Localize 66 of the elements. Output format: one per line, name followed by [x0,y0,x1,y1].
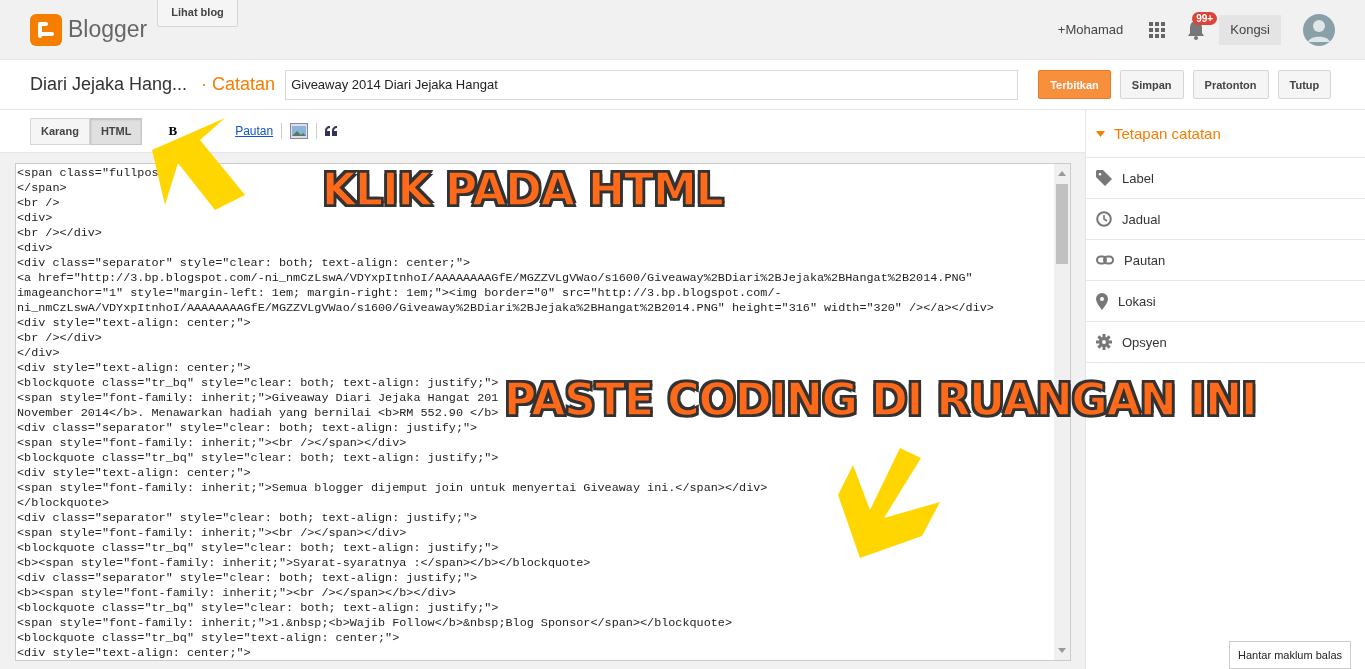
code-line: <div> [17,211,53,226]
code-line: <blockquote class="tr_bq" style="clear: both; text-align: justify;"> [17,376,499,391]
section-label: · Catatan [201,74,276,95]
apps-grid-icon[interactable] [1149,21,1166,38]
code-line: <div style="text-align: center;"> [17,646,251,660]
code-line: <div class="separator" style="clear: both; text-align: justify;"> [17,511,478,526]
feedback-button[interactable]: Hantar maklum balas [1229,641,1351,669]
code-line: <div class="separator" style="clear: both; text-align: center;"> [17,256,471,271]
code-line: <blockquote class="tr_bq" style="text-align: center;"> [17,631,400,646]
brand-name: Blogger [68,16,148,43]
code-line: <div style="text-align: center;"> [17,316,251,331]
notification-badge: 99+ [1192,11,1218,25]
quote-icon[interactable] [325,126,339,136]
mode-tab[interactable]: HTML [89,117,143,145]
settings-item[interactable]: Opsyen [1086,322,1365,363]
code-line: </span> [17,181,67,196]
code-line: <div style="text-align: center;"> [17,466,251,481]
code-line: November 2014</b>. Menawarkan hadiah yang bernilai <b>RM 552.90 </b> [17,406,499,421]
settings-item[interactable]: Label [1086,158,1365,199]
code-line: <br /> [17,196,60,211]
code-line: <span class="fullpos [17,166,159,181]
code-line: </blockquote> [17,496,110,511]
code-line: </div> [17,346,60,361]
code-line: <br /></div> [17,331,102,346]
code-line: ni_nmCzLswA/VDYxpItnhoI/AAAAAAAAGfE/MGZZVLgVWao/s1600/Giveaway%2BDiari%2BJejaka%2BHangat%2B2014.PNG" height="316" width="320" /></a></div> [17,301,994,316]
mode-tab[interactable]: Karang [30,117,90,145]
post-title-field[interactable]: Giveaway 2014 Diari Jejaka Hangat [285,69,1019,100]
annotation-text: KLIK PADA HTML [322,164,723,215]
clock-icon [1096,211,1112,227]
settings-item[interactable]: Pautan [1086,240,1365,281]
link-icon [1096,255,1114,265]
annotation-text: PASTE CODING DI RUANGAN INI [504,374,1257,425]
bold-button[interactable]: B [168,123,178,139]
code-line: <div class="separator" style="clear: both; text-align: justify;"> [17,571,478,586]
code-line: <div> [17,241,53,256]
code-line: <b><span style="font-family: inherit;">Syarat-syaratnya :</span></b></blockquote> [17,556,591,571]
code-line: <span style="font-family: inherit;">Giveaway Diari Jejaka Hangat 201 [17,391,499,406]
tag-icon [1096,170,1112,186]
code-line: <span style="font-family: inherit;">1.&nbsp;<b>Wajib Follow</b>&nbsp;Blog Sponsor</span></blockquote> [17,616,732,631]
code-line: <span style="font-family: inherit;">Semua blogger dijemput join untuk menyertai Giveaway ini.</span></div> [17,481,768,496]
blogger-logo-icon [30,13,62,46]
code-line: <a href="http://3.bp.blogspot.com/-ni_nmCzLswA/VDYxpItnhoI/AAAAAAAAGfE/MGZZVLgVWao/s1600/Giveaway%2BDiari%2BJejaka%2BHangat%2B2014.PNG" [17,271,973,286]
code-line: <span style="font-family: inherit;"><br /></span></div> [17,526,407,541]
code-line: <blockquote class="tr_bq" style="clear: both; text-align: justify;"> [17,451,499,466]
image-icon[interactable] [290,123,309,139]
location-pin-icon [1096,292,1108,310]
code-line: imageanchor="1" style="margin-left: 1em; margin-right: 1em;"><img border="0" src="http://3.bp.blogspot.com/- [17,286,782,301]
code-line: <div style="text-align: center;"> [17,361,251,376]
code-line: <div class="separator" style="clear: both; text-align: justify;"> [17,421,478,436]
blog-title[interactable]: Diari Jejaka Hang... [30,74,188,95]
link-button[interactable]: Pautan [235,124,274,138]
code-line: <blockquote class="tr_bq" style="clear: both; text-align: justify;"> [17,541,499,556]
settings-icon [1096,334,1112,350]
action-button[interactable]: Tutup [1277,70,1332,99]
settings-item[interactable]: Jadual [1086,199,1365,240]
action-button[interactable]: Pratonton [1192,70,1269,99]
share-button[interactable]: Kongsi [1219,14,1281,45]
settings-title: Tetapan catatan [1114,125,1221,142]
action-button[interactable]: Simpan [1119,70,1184,99]
code-line: <span style="font-family: inherit;"><br /></span></div> [17,436,407,451]
view-blog-button[interactable]: Lihat blog [157,0,238,27]
code-line: <b><span style="font-family: inherit;"><br /></span></b></div> [17,586,456,601]
user-link[interactable]: +Mohamad [1057,22,1124,37]
code-line: <blockquote class="tr_bq" style="clear: both; text-align: justify;"> [17,601,499,616]
code-line: <br /></div> [17,226,102,241]
settings-item[interactable]: Lokasi [1086,281,1365,322]
